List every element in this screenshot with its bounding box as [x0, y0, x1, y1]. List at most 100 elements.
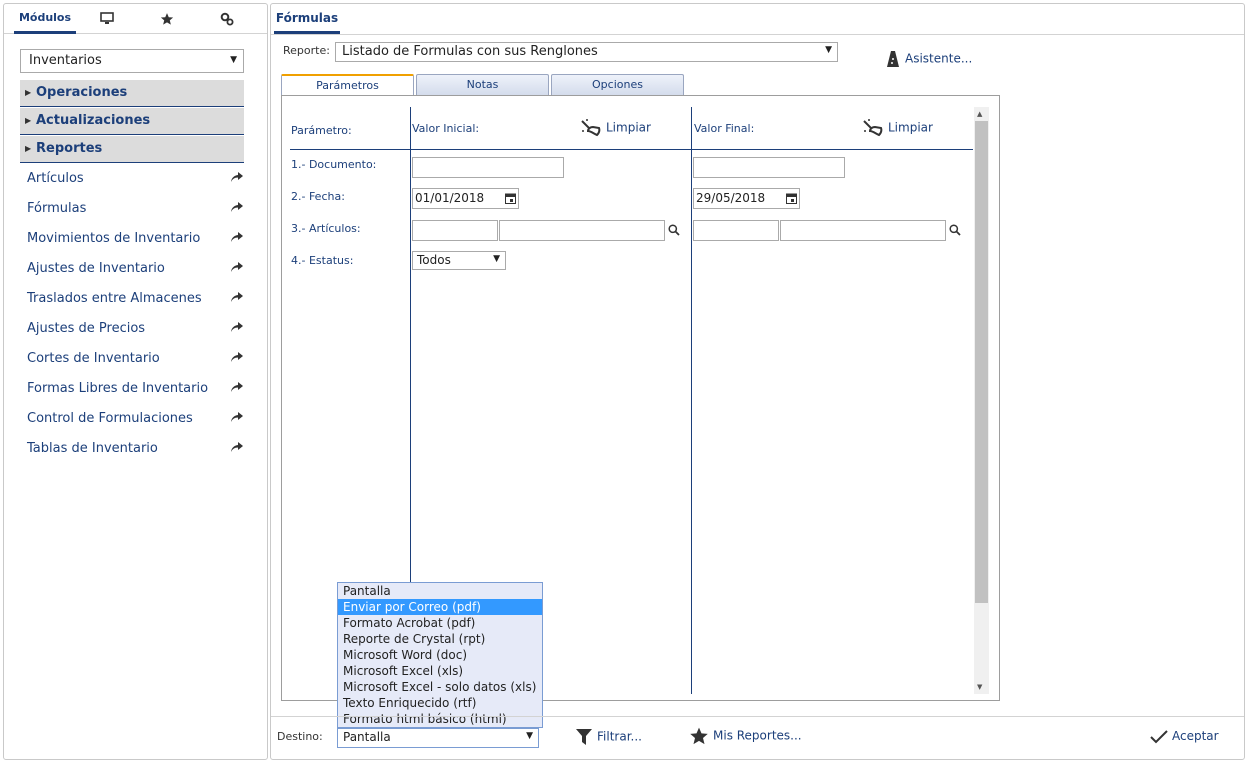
header-valor-inicial: Valor Inicial: [412, 122, 480, 135]
gears-icon [220, 12, 234, 25]
section-actualizaciones[interactable]: ▶ Actualizaciones [20, 108, 244, 135]
share-arrow-icon [231, 202, 243, 212]
limpiar-label: Limpiar [888, 120, 933, 135]
tab-favorites-icon[interactable] [152, 4, 182, 34]
header-divider [290, 149, 973, 150]
column-divider [691, 107, 692, 694]
menu-item-traslados[interactable]: Traslados entre Almacenes [27, 288, 244, 310]
menu-item-cortes[interactable]: Cortes de Inventario [27, 348, 244, 370]
share-arrow-icon [231, 292, 243, 302]
destino-option[interactable]: Formato html básico (html) [338, 711, 542, 727]
fecha-inicial-input[interactable]: 01/01/2018 [412, 188, 519, 209]
param-articulos-label: 3.- Artículos: [291, 222, 361, 235]
reporte-select-value: Listado de Formulas con sus Renglones [342, 44, 598, 59]
menu-item-label: Fórmulas [27, 201, 87, 216]
limpiar-final-button[interactable]: Limpiar [862, 118, 933, 138]
articulo-final-code-input[interactable] [693, 220, 779, 241]
menu-item-tablas[interactable]: Tablas de Inventario [27, 438, 244, 460]
divider [271, 34, 1244, 35]
destino-select-value: Pantalla [343, 730, 391, 744]
scrollbar-thumb[interactable] [975, 121, 988, 603]
menu-item-control-formulaciones[interactable]: Control de Formulaciones [27, 408, 244, 430]
limpiar-label: Limpiar [606, 120, 651, 135]
articulo-final-desc-input[interactable] [780, 220, 946, 241]
menu-item-ajustes-inventario[interactable]: Ajustes de Inventario [27, 258, 244, 280]
menu-item-label: Ajustes de Precios [27, 321, 146, 336]
articulo-inicial-code-input[interactable] [412, 220, 498, 241]
destino-option[interactable]: Texto Enriquecido (rtf) [338, 695, 542, 711]
tab-modules[interactable]: Módulos [14, 4, 76, 34]
section-label: Actualizaciones [36, 113, 151, 128]
checkmark-icon [1150, 729, 1168, 743]
share-arrow-icon [231, 172, 243, 182]
caret-right-icon: ▶ [25, 88, 32, 97]
param-fecha-label: 2.- Fecha: [291, 190, 345, 203]
menu-item-label: Tablas de Inventario [27, 441, 158, 456]
fecha-inicial-value: 01/01/2018 [415, 191, 485, 205]
wizard-icon [887, 51, 899, 67]
menu-item-ajustes-precios[interactable]: Ajustes de Precios [27, 318, 244, 340]
tab-monitor-icon[interactable] [92, 4, 122, 34]
broom-icon [581, 119, 601, 137]
vertical-scrollbar[interactable]: ▲ ▼ [974, 107, 989, 694]
menu-item-label: Movimientos de Inventario [27, 231, 201, 246]
aceptar-label: Aceptar [1172, 729, 1219, 743]
tab-notas[interactable]: Notas [416, 74, 549, 95]
filtrar-button[interactable]: Filtrar... [575, 727, 642, 747]
destino-option[interactable]: Pantalla [338, 583, 542, 599]
aceptar-button[interactable]: Aceptar [1150, 729, 1219, 744]
filter-icon [576, 729, 592, 745]
share-arrow-icon [231, 442, 243, 452]
module-select-value: Inventarios [29, 53, 102, 68]
scroll-down-arrow-icon[interactable]: ▼ [977, 683, 982, 691]
search-icon[interactable] [949, 224, 961, 236]
destino-option[interactable]: Microsoft Excel (xls) [338, 663, 542, 679]
articulo-inicial-desc-input[interactable] [499, 220, 665, 241]
tab-parametros[interactable]: Parámetros [281, 74, 414, 96]
menu-item-formas-libres[interactable]: Formas Libres de Inventario [27, 378, 244, 400]
menu-item-movimientos[interactable]: Movimientos de Inventario [27, 228, 244, 250]
fecha-final-value: 29/05/2018 [696, 191, 766, 205]
section-reportes[interactable]: ▶ Reportes [20, 136, 244, 163]
tab-settings-icon[interactable] [212, 4, 242, 34]
section-label: Operaciones [36, 85, 128, 100]
caret-right-icon: ▶ [25, 116, 32, 125]
destino-option-highlighted[interactable]: Enviar por Correo (pdf) [338, 599, 542, 615]
documento-inicial-input[interactable] [412, 157, 564, 178]
asistente-button[interactable]: Asistente... [887, 50, 972, 68]
chevron-down-icon: ▼ [230, 55, 237, 65]
reporte-label: Reporte: [283, 44, 330, 57]
broom-icon [863, 119, 883, 137]
search-icon[interactable] [668, 224, 680, 236]
tab-formulas[interactable]: Fórmulas [274, 4, 340, 34]
scroll-up-arrow-icon[interactable]: ▲ [977, 110, 982, 118]
tab-opciones[interactable]: Opciones [551, 74, 684, 95]
documento-final-input[interactable] [693, 157, 845, 178]
menu-item-formulas[interactable]: Fórmulas [27, 198, 244, 220]
menu-item-label: Ajustes de Inventario [27, 261, 165, 276]
mis-reportes-button[interactable]: Mis Reportes... [689, 726, 802, 746]
destino-option[interactable]: Microsoft Excel - solo datos (xls) [338, 679, 542, 695]
share-arrow-icon [231, 322, 243, 332]
share-arrow-icon [231, 412, 243, 422]
header-valor-final: Valor Final: [694, 122, 755, 135]
share-arrow-icon [231, 232, 243, 242]
destino-option[interactable]: Formato Acrobat (pdf) [338, 615, 542, 631]
section-operaciones[interactable]: ▶ Operaciones [20, 80, 244, 107]
star-icon [690, 727, 708, 745]
destino-label: Destino: [277, 730, 323, 743]
chevron-down-icon: ▼ [825, 45, 832, 55]
fecha-final-input[interactable]: 29/05/2018 [693, 188, 800, 209]
reporte-select[interactable]: Listado de Formulas con sus Renglones ▼ [335, 42, 838, 62]
estatus-select[interactable]: Todos ▼ [412, 251, 506, 270]
destino-option[interactable]: Reporte de Crystal (rpt) [338, 631, 542, 647]
menu-item-articulos[interactable]: Artículos [27, 168, 244, 190]
destino-select[interactable]: Pantalla ▼ [337, 728, 539, 748]
param-estatus-label: 4.- Estatus: [291, 254, 354, 267]
destino-option[interactable]: Microsoft Word (doc) [338, 647, 542, 663]
limpiar-inicial-button[interactable]: Limpiar [580, 118, 651, 138]
module-select[interactable]: Inventarios ▼ [20, 49, 244, 73]
section-label: Reportes [36, 141, 103, 156]
calendar-icon[interactable] [786, 192, 797, 204]
calendar-icon[interactable] [505, 192, 516, 204]
